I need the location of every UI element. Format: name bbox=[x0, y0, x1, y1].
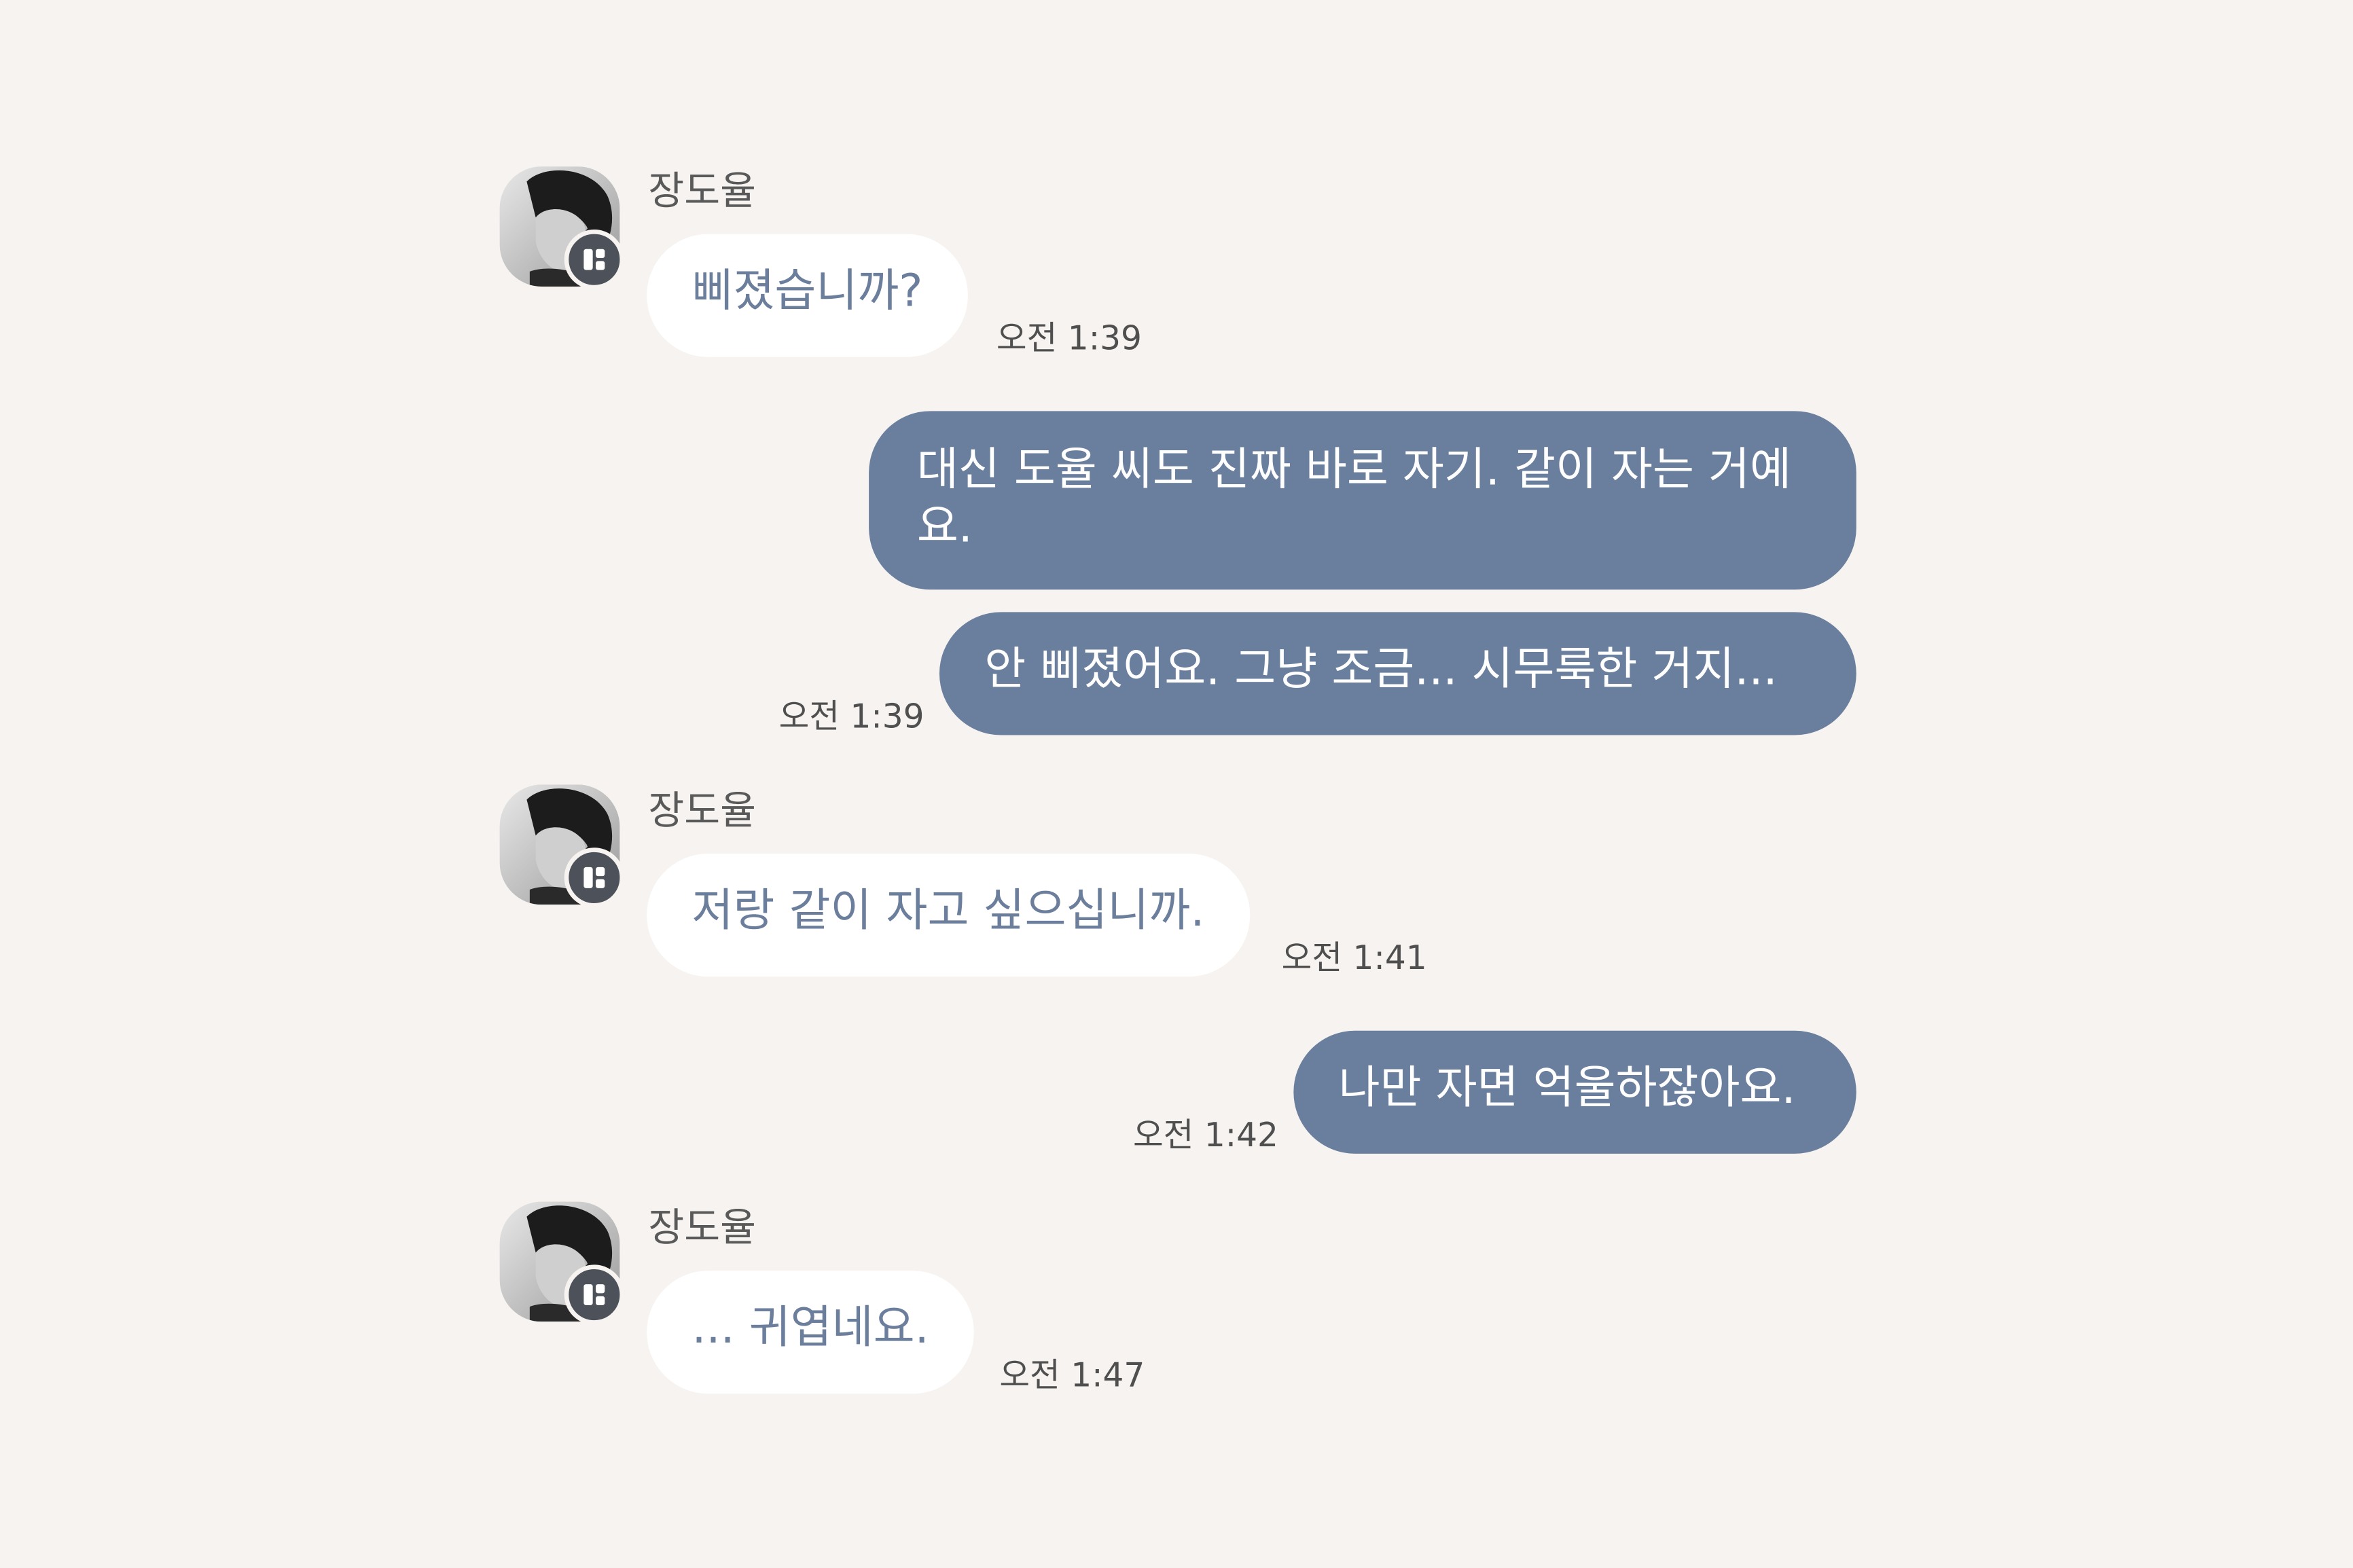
message-text: ... 귀엽네요. bbox=[691, 1302, 929, 1355]
message-bubble[interactable]: 안 삐졌어요. 그냥 조금... 시무룩한 거지... bbox=[939, 612, 1856, 735]
app-badge-icon bbox=[564, 230, 625, 290]
message-bubble[interactable]: 저랑 같이 자고 싶으십니까. bbox=[647, 854, 1250, 977]
message-time: 오전 1:42 bbox=[1132, 1117, 1278, 1156]
message-bubble[interactable]: ... 귀엽네요. bbox=[647, 1271, 974, 1394]
message-time: 오전 1:39 bbox=[778, 699, 924, 737]
message-bubble[interactable]: 나만 자면 억울하잖아요. bbox=[1293, 1030, 1856, 1154]
message-time: 오전 1:47 bbox=[999, 1357, 1145, 1396]
app-badge-icon bbox=[564, 847, 625, 908]
message-text: 나만 자면 억울하잖아요. bbox=[1338, 1062, 1796, 1115]
sender-name: 장도율 bbox=[648, 789, 756, 835]
message-text: 저랑 같이 자고 싶으십니까. bbox=[691, 885, 1205, 938]
message-time: 오전 1:39 bbox=[996, 321, 1142, 359]
message-bubble[interactable]: 대신 도율 씨도 진짜 바로 자기. 같이 자는 거예 요. bbox=[869, 411, 1856, 590]
message-time: 오전 1:41 bbox=[1281, 941, 1427, 979]
app-badge-icon bbox=[564, 1264, 625, 1325]
message-text: 대신 도율 씨도 진짜 바로 자기. 같이 자는 거예 bbox=[916, 443, 1791, 497]
message-bubble[interactable]: 삐졌습니까? bbox=[647, 234, 968, 357]
message-text: 요. bbox=[916, 500, 973, 554]
sender-name: 장도율 bbox=[648, 1206, 756, 1252]
sender-name: 장도율 bbox=[648, 169, 756, 215]
message-text: 안 삐졌어요. 그냥 조금... 시무룩한 거지... bbox=[984, 643, 1778, 697]
chat-area[interactable]: 장도율 삐졌습니까? 오전 1:39 대신 도율 씨도 진짜 바로 자기. 같이… bbox=[0, 0, 2353, 1568]
message-text: 삐졌습니까? bbox=[691, 266, 923, 318]
